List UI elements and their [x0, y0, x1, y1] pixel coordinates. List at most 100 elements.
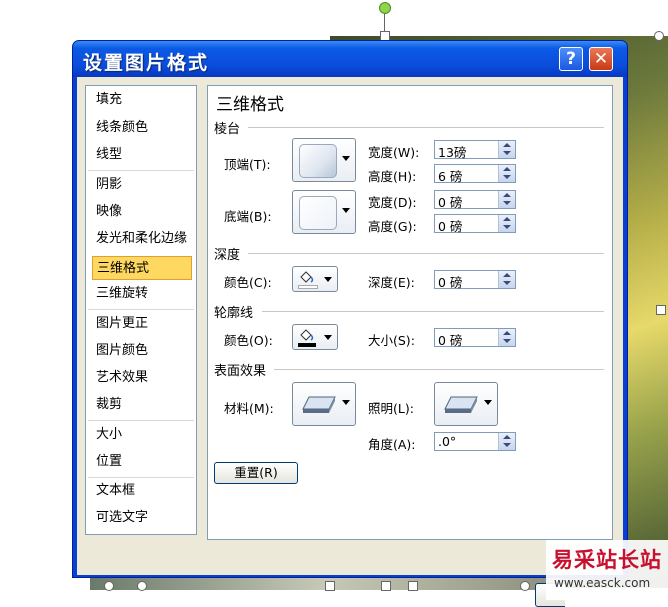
- dialog-client: 填充 线条颜色 线型 阴影 映像 发光和柔化边缘 三维格式 三维旋转 图片更正 …: [77, 77, 623, 607]
- material-dropdown[interactable]: [292, 382, 356, 426]
- bevel-top-height-spinner[interactable]: 6 磅: [434, 164, 516, 184]
- chevron-down-icon: [342, 400, 350, 405]
- lighting-label: 照明(L):: [368, 401, 414, 416]
- contour-color-label: 颜色(O):: [224, 333, 273, 348]
- nav-item-alt-text[interactable]: 可选文字: [92, 506, 192, 530]
- resize-handle-bottom-right[interactable]: [520, 581, 530, 591]
- watermark-title: 易采站长站: [552, 547, 662, 572]
- spinner-arrows[interactable]: [498, 141, 515, 158]
- bevel-top-width-spinner[interactable]: 13磅: [434, 140, 516, 160]
- dialog-title: 设置图片格式: [83, 52, 210, 74]
- rotate-handle[interactable]: [379, 2, 391, 14]
- nav-item-artistic-effects[interactable]: 艺术效果: [92, 366, 192, 390]
- section-divider: [248, 127, 604, 128]
- resize-handle-bottom-2[interactable]: [325, 581, 335, 591]
- bevel-top-label: 顶端(T):: [224, 157, 271, 172]
- nav-item-picture-corrections[interactable]: 图片更正: [92, 312, 192, 336]
- depth-heading: 深度: [214, 248, 241, 263]
- spinner-value: 0 磅: [438, 195, 463, 210]
- nav-item-shadow[interactable]: 阴影: [92, 173, 192, 197]
- nav-separator: [88, 309, 194, 310]
- chevron-down-icon: [324, 277, 332, 282]
- nav-item-text-box[interactable]: 文本框: [92, 479, 192, 503]
- bevel-bottom-dropdown[interactable]: [292, 190, 356, 234]
- bevel-top-height-label: 高度(H):: [368, 169, 417, 184]
- color-swatch: [298, 343, 316, 347]
- depth-label: 深度(E):: [368, 275, 415, 290]
- spinner-value: .0°: [438, 434, 457, 449]
- nav-separator: [88, 170, 194, 171]
- bevel-bottom-height-label: 高度(G):: [368, 219, 417, 234]
- lighting-preview-icon: [444, 396, 478, 413]
- spinner-arrows[interactable]: [498, 215, 515, 232]
- nav-item-reflection[interactable]: 映像: [92, 200, 192, 224]
- contour-color-dropdown[interactable]: [292, 324, 338, 350]
- resize-handle-top-right[interactable]: [654, 31, 664, 41]
- nav-item-line-color[interactable]: 线条颜色: [92, 116, 192, 140]
- section-divider: [262, 311, 604, 312]
- spinner-arrows[interactable]: [498, 165, 515, 182]
- nav-item-3d-rotation[interactable]: 三维旋转: [92, 282, 192, 306]
- resize-handle-bottom-3[interactable]: [408, 581, 418, 591]
- spinner-arrows[interactable]: [498, 329, 515, 346]
- panel-title: 三维格式: [216, 95, 284, 115]
- spinner-value: 0 磅: [438, 219, 463, 234]
- dialog-titlebar[interactable]: 设置图片格式 ? ✕: [73, 41, 627, 77]
- nav-item-fill[interactable]: 填充: [92, 88, 192, 112]
- nav-item-3d-format[interactable]: 三维格式: [92, 256, 192, 280]
- bevel-top-width-label: 宽度(W):: [368, 145, 420, 160]
- three-d-format-panel: 三维格式 棱台 顶端(T): 宽度(W): 13磅 高度(H): 6 磅 底端(…: [207, 85, 613, 540]
- angle-spinner[interactable]: .0°: [434, 432, 516, 451]
- chevron-down-icon: [324, 335, 332, 340]
- category-list: 填充 线条颜色 线型 阴影 映像 发光和柔化边缘 三维格式 三维旋转 图片更正 …: [85, 85, 197, 535]
- nav-item-picture-color[interactable]: 图片颜色: [92, 339, 192, 363]
- watermark-url: www.easck.com: [554, 576, 651, 590]
- paint-bucket-icon: [300, 329, 314, 341]
- spinner-arrows[interactable]: [498, 271, 515, 288]
- nav-separator: [88, 477, 194, 478]
- watermark: 易采站长站 www.easck.com: [546, 540, 668, 600]
- paint-bucket-icon: [300, 271, 314, 283]
- spinner-value: 13磅: [438, 145, 467, 160]
- bevel-top-preview-icon: [299, 144, 337, 178]
- bevel-bottom-label: 底端(B):: [224, 209, 272, 224]
- nav-item-size[interactable]: 大小: [92, 423, 192, 447]
- spinner-value: 0 磅: [438, 275, 463, 290]
- format-picture-dialog: 设置图片格式 ? ✕ 填充 线条颜色 线型 阴影 映像 发光和柔化边缘 三维格式…: [72, 40, 628, 607]
- spinner-value: 0 磅: [438, 333, 463, 348]
- lighting-dropdown[interactable]: [434, 382, 498, 426]
- help-button[interactable]: ?: [559, 47, 583, 71]
- bevel-heading: 棱台: [214, 122, 241, 137]
- bevel-top-dropdown[interactable]: [292, 138, 356, 182]
- section-divider: [274, 369, 604, 370]
- nav-item-crop[interactable]: 裁剪: [92, 393, 192, 417]
- nav-item-position[interactable]: 位置: [92, 450, 192, 474]
- chevron-down-icon: [342, 156, 350, 161]
- surface-heading: 表面效果: [214, 364, 267, 379]
- resize-handle-bottom-1[interactable]: [137, 581, 147, 591]
- bevel-bottom-height-spinner[interactable]: 0 磅: [434, 214, 516, 234]
- close-icon[interactable]: ✕: [589, 47, 613, 71]
- resize-handle-right[interactable]: [656, 305, 666, 315]
- resize-handle-bottom[interactable]: [381, 581, 391, 591]
- section-divider: [248, 253, 604, 254]
- contour-size-spinner[interactable]: 0 磅: [434, 328, 516, 348]
- nav-item-glow-soft-edges[interactable]: 发光和柔化边缘: [92, 227, 192, 251]
- nav-separator: [88, 420, 194, 421]
- spinner-arrows[interactable]: [498, 191, 515, 208]
- color-swatch: [298, 285, 318, 289]
- chevron-down-icon: [484, 400, 492, 405]
- resize-handle-bottom-left[interactable]: [104, 581, 114, 591]
- bevel-bottom-width-spinner[interactable]: 0 磅: [434, 190, 516, 210]
- contour-size-label: 大小(S):: [368, 333, 415, 348]
- angle-label: 角度(A):: [368, 437, 416, 452]
- bevel-bottom-preview-icon: [299, 196, 337, 230]
- depth-spinner[interactable]: 0 磅: [434, 270, 516, 290]
- material-label: 材料(M):: [224, 401, 274, 416]
- depth-color-label: 颜色(C):: [224, 275, 272, 290]
- bevel-bottom-width-label: 宽度(D):: [368, 195, 417, 210]
- spinner-arrows[interactable]: [498, 433, 515, 450]
- depth-color-dropdown[interactable]: [292, 266, 338, 292]
- nav-item-line-style[interactable]: 线型: [92, 143, 192, 167]
- reset-button[interactable]: 重置(R): [214, 462, 298, 484]
